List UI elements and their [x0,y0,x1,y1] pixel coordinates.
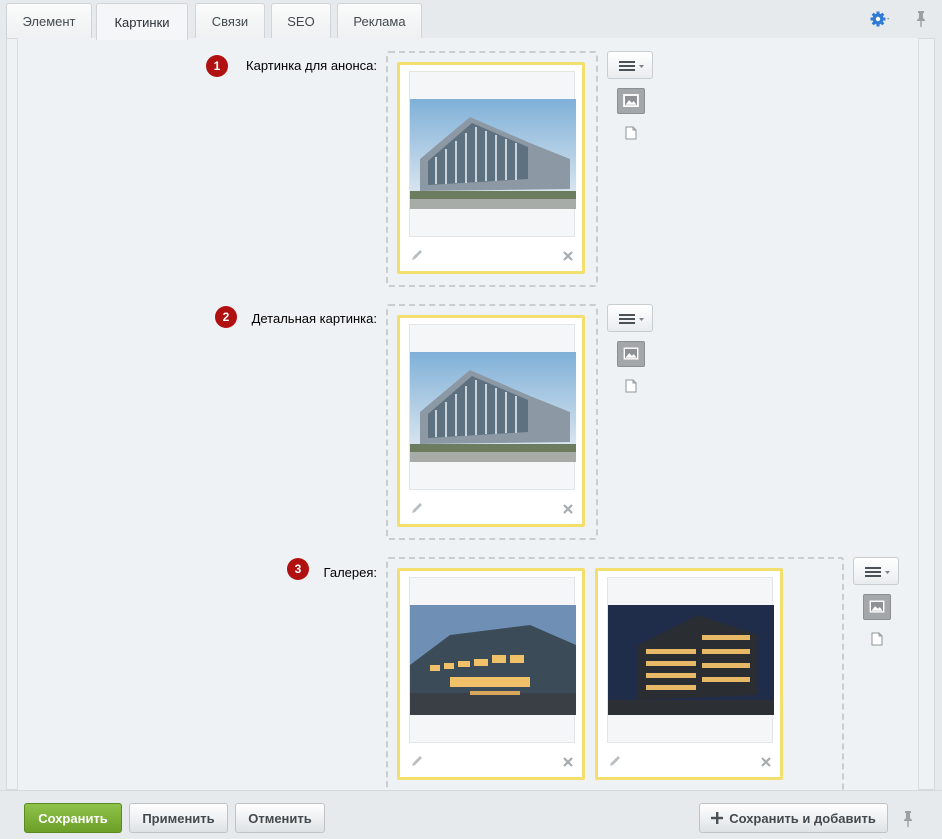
image-frame [409,324,576,490]
field-marker: 1 [206,55,228,77]
menu-button[interactable] [853,557,899,585]
image-mode-button[interactable] [617,341,645,367]
tab-pictures[interactable]: Картинки [96,3,188,40]
field-marker: 2 [215,306,237,328]
detail-picture-card[interactable] [397,315,585,527]
save-and-add-button[interactable]: Сохранить и добавить [699,803,888,833]
tab-label: Картинки [114,14,170,30]
tab-label: SEO [287,14,315,29]
field-marker: 3 [287,558,309,580]
building-photo [410,352,576,462]
footer-toolbar: Сохранить Применить Отменить Сохранить и… [0,790,942,839]
building-photo [410,99,576,209]
detail-picture-label: Детальная картинка: [251,311,377,326]
menu-button[interactable] [607,304,653,332]
pencil-icon[interactable] [410,248,424,262]
tab-seo[interactable]: SEO [271,3,331,39]
tab-links[interactable]: Связи [195,3,265,39]
gear-icon[interactable] [870,10,892,28]
pencil-icon[interactable] [410,754,424,768]
image-frame [607,577,774,743]
menu-icon [865,567,890,577]
tab-element[interactable]: Элемент [6,3,92,39]
pencil-icon[interactable] [608,754,622,768]
close-icon[interactable] [562,503,574,515]
save-and-add-label: Сохранить и добавить [729,810,876,826]
building-photo [410,605,576,715]
save-button[interactable]: Сохранить [24,803,122,833]
tab-label: Элемент [22,14,76,29]
apply-label: Применить [142,810,215,826]
gallery-picture-card[interactable] [595,568,783,780]
image-icon [623,94,639,107]
apply-button[interactable]: Применить [129,803,228,833]
pin-icon[interactable] [914,9,928,29]
tab-ads[interactable]: Реклама [337,3,422,39]
plus-icon [711,812,724,824]
cancel-button[interactable]: Отменить [235,803,325,833]
close-icon[interactable] [562,250,574,262]
menu-icon [619,61,644,71]
cancel-label: Отменить [248,810,312,826]
file-icon[interactable] [625,379,637,393]
close-icon[interactable] [760,756,772,768]
image-mode-button[interactable] [863,594,891,620]
file-icon[interactable] [625,126,637,140]
image-frame [409,71,576,237]
menu-icon [619,314,644,324]
preview-picture-card[interactable] [397,62,585,274]
pin-icon[interactable] [901,809,915,829]
close-icon[interactable] [562,756,574,768]
file-icon[interactable] [871,632,883,646]
building-photo [608,605,774,715]
gallery-picture-card[interactable] [397,568,585,780]
tab-label: Связи [211,14,249,29]
gallery-label: Галерея: [323,565,377,580]
image-mode-button[interactable] [617,88,645,114]
image-icon [869,600,885,613]
pencil-icon[interactable] [410,501,424,515]
image-icon [623,347,639,360]
menu-button[interactable] [607,51,653,79]
preview-picture-label: Картинка для анонса: [246,58,377,73]
tab-bar: Элемент Картинки Связи SEO Реклама [0,0,942,40]
image-frame [409,577,576,743]
save-label: Сохранить [38,810,108,826]
tab-label: Реклама [353,14,406,29]
